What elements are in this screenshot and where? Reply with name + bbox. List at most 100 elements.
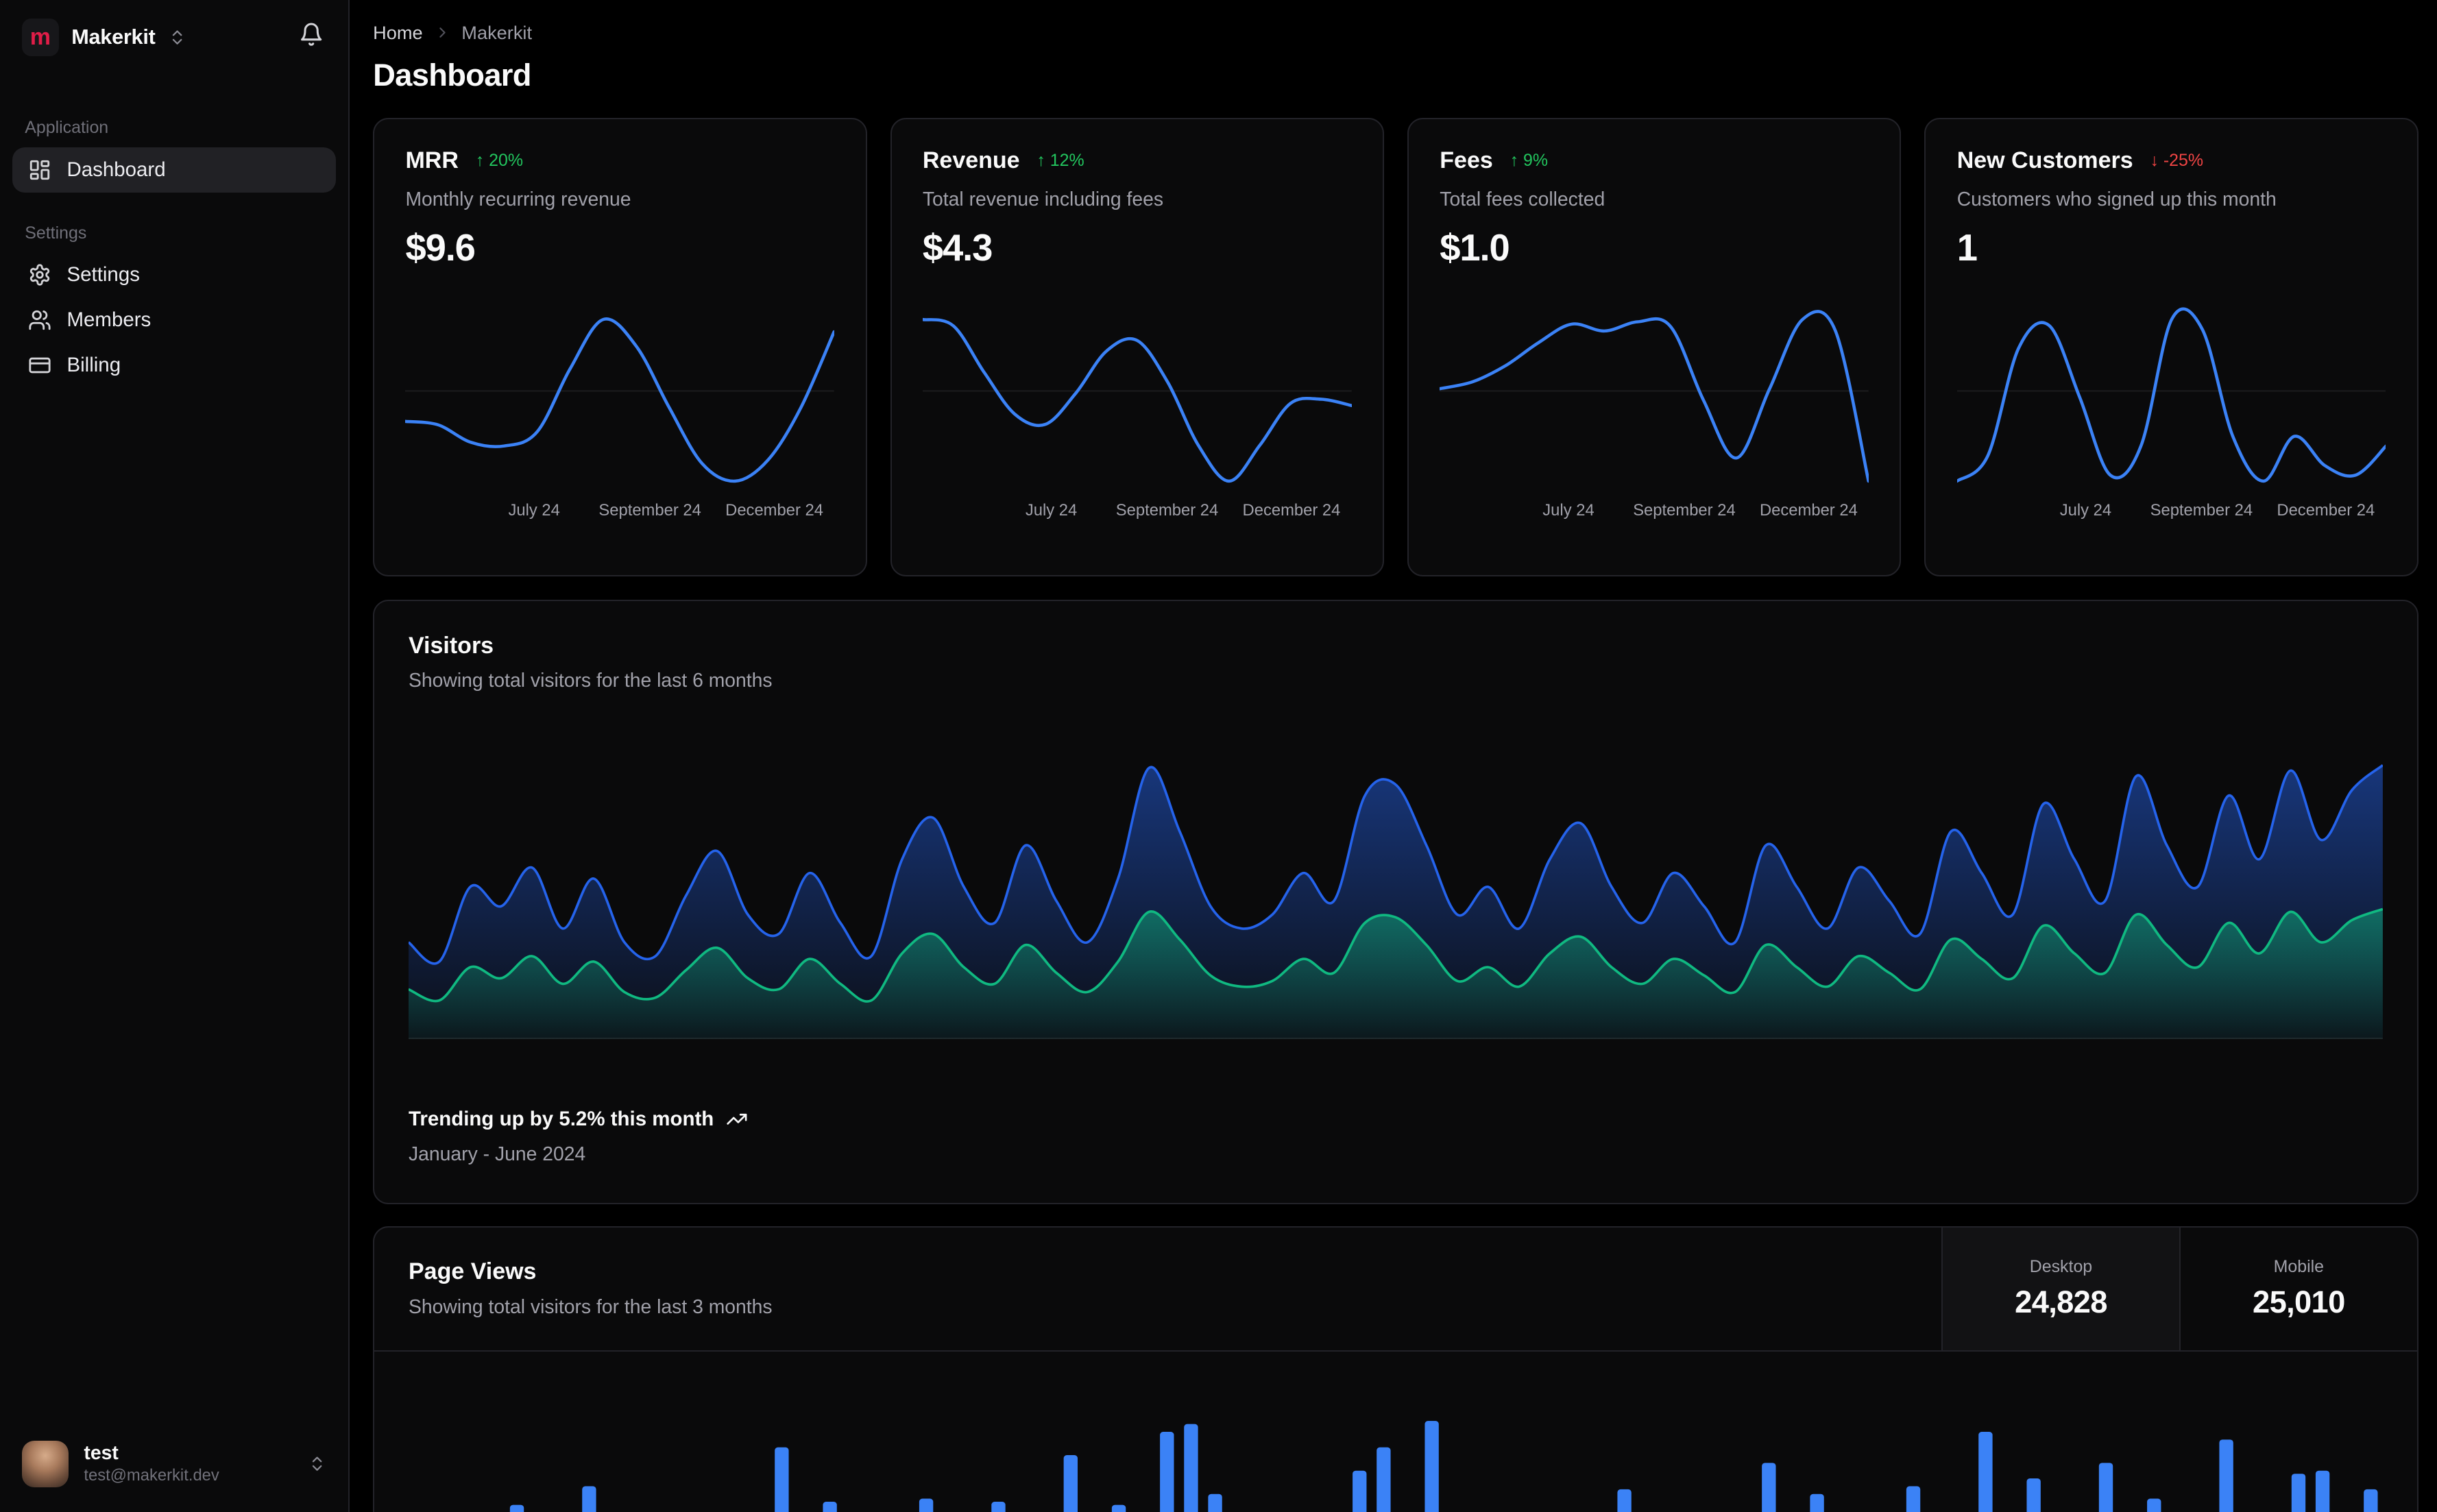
stat-subtitle: Total fees collected	[1440, 188, 1605, 210]
sidebar-item-dashboard[interactable]: Dashboard	[12, 147, 336, 193]
toggle-desktop-label: Desktop	[2029, 1257, 2093, 1277]
sidebar-header: m Makerkit	[12, 16, 336, 59]
arrow-down-icon: ↓	[2150, 151, 2159, 171]
x-tick: September 24	[1115, 501, 1219, 520]
dashboard-icon	[28, 158, 51, 182]
mrr-sparkline-chart	[405, 317, 835, 483]
app-root: m Makerkit Application Dashboard Setting…	[0, 0, 2437, 1512]
visitors-date-range: January - June 2024	[408, 1143, 586, 1165]
bell-icon	[299, 22, 324, 47]
stat-card-mrr: MRR ↑ 20% Monthly recurring revenue $9.6…	[373, 118, 867, 577]
gear-icon	[28, 263, 51, 286]
sidebar-item-label: Settings	[66, 263, 140, 286]
stat-title: New Customers	[1956, 147, 2133, 174]
stat-subtitle: Total revenue including fees	[922, 188, 1164, 210]
chevrons-up-down-icon	[168, 28, 186, 47]
x-tick: December 24	[1759, 501, 1858, 520]
stat-value: $1.0	[1440, 227, 1510, 269]
page-title: Dashboard	[373, 58, 531, 93]
x-tick: July 24	[2059, 501, 2112, 520]
x-tick: December 24	[725, 501, 823, 520]
credit-card-icon	[28, 354, 51, 377]
sidebar-item-billing[interactable]: Billing	[12, 343, 336, 388]
sidebar-item-members[interactable]: Members	[12, 297, 336, 343]
trend-value: -25%	[2163, 151, 2204, 171]
stat-subtitle: Monthly recurring revenue	[405, 188, 631, 210]
arrow-up-icon: ↑	[1510, 151, 1519, 171]
sidebar-section-settings: Settings	[25, 223, 87, 243]
chevrons-up-down-icon	[308, 1454, 326, 1473]
stat-title: Fees	[1440, 147, 1493, 174]
stat-card-fees: Fees ↑ 9% Total fees collected $1.0 July…	[1407, 118, 1902, 577]
stat-value: 1	[1956, 227, 1978, 269]
toggle-mobile-label: Mobile	[2273, 1257, 2325, 1277]
page-views-title: Page Views	[408, 1258, 537, 1285]
x-axis-labels: July 24 September 24 December 24	[405, 501, 834, 523]
stat-title: Revenue	[922, 147, 1020, 174]
trend-badge: ↑ 9%	[1510, 151, 1548, 171]
toggle-desktop-value: 24,828	[2015, 1284, 2107, 1320]
arrow-up-icon: ↑	[475, 151, 485, 171]
brand-logo: m	[21, 19, 60, 56]
stat-cards-row: MRR ↑ 20% Monthly recurring revenue $9.6…	[373, 118, 2418, 577]
x-tick: December 24	[2277, 501, 2375, 520]
stat-card-revenue: Revenue ↑ 12% Total revenue including fe…	[890, 118, 1384, 577]
sidebar-item-label: Dashboard	[66, 158, 166, 181]
x-tick: September 24	[2150, 501, 2253, 520]
x-tick: December 24	[1242, 501, 1341, 520]
sidebar-item-settings[interactable]: Settings	[12, 253, 336, 298]
sidebar: m Makerkit Application Dashboard Setting…	[0, 0, 350, 1512]
user-avatar	[21, 1440, 69, 1487]
breadcrumb-home-link[interactable]: Home	[373, 22, 423, 44]
toggle-mobile-value: 25,010	[2253, 1284, 2345, 1320]
user-menu[interactable]: test test@makerkit.dev	[12, 1435, 336, 1493]
trending-up-icon	[726, 1108, 748, 1130]
page-views-header: Page Views Showing total visitors for th…	[374, 1227, 2417, 1352]
visitors-subtitle: Showing total visitors for the last 6 mo…	[408, 670, 773, 692]
sidebar-item-label: Billing	[66, 353, 121, 376]
breadcrumb-current: Makerkit	[461, 21, 533, 43]
brand-logo-letter: m	[29, 24, 51, 51]
user-email: test@makerkit.dev	[84, 1466, 219, 1485]
brand-name: Makerkit	[71, 25, 156, 49]
x-tick: July 24	[1025, 501, 1078, 520]
stat-value: $4.3	[922, 227, 993, 269]
breadcrumb: Home Makerkit	[373, 22, 2418, 44]
fees-sparkline-chart	[1440, 309, 1869, 483]
toggle-desktop[interactable]: Desktop 24,828	[1941, 1227, 2179, 1350]
chevron-right-icon	[434, 24, 451, 41]
x-tick: September 24	[598, 501, 701, 520]
visitors-card: Visitors Showing total visitors for the …	[373, 600, 2418, 1205]
arrow-up-icon: ↑	[1036, 151, 1045, 171]
sidebar-section-application: Application	[25, 118, 109, 138]
x-tick: July 24	[1542, 501, 1595, 520]
x-tick: September 24	[1633, 501, 1736, 520]
trend-value: 12%	[1050, 151, 1084, 171]
x-tick: July 24	[508, 501, 560, 520]
page-views-card: Page Views Showing total visitors for th…	[373, 1226, 2418, 1512]
stat-value: $9.6	[405, 227, 475, 269]
stat-title: MRR	[405, 147, 459, 174]
stat-card-new-customers: New Customers ↓ -25% Customers who signe…	[1924, 118, 2418, 577]
workspace-selector[interactable]: m Makerkit	[21, 19, 186, 56]
page-views-bar-chart	[509, 1421, 2378, 1512]
visitors-area-chart	[408, 764, 2383, 1039]
trend-badge: ↓ -25%	[2150, 151, 2203, 171]
stat-subtitle: Customers who signed up this month	[1956, 188, 2277, 210]
notifications-button[interactable]	[295, 19, 326, 56]
visitors-trend-text: Trending up by 5.2% this month	[408, 1107, 714, 1130]
trend-value: 9%	[1523, 151, 1549, 171]
page-views-subtitle: Showing total visitors for the last 3 mo…	[408, 1296, 773, 1319]
user-name: test	[84, 1441, 119, 1464]
sidebar-item-label: Members	[66, 308, 151, 332]
toggle-mobile[interactable]: Mobile 25,010	[2179, 1227, 2417, 1350]
trend-badge: ↑ 20%	[476, 151, 523, 171]
main-content: Home Makerkit Dashboard MRR ↑ 20% Monthl…	[350, 0, 2437, 1512]
x-axis-labels: July 24 September 24 December 24	[1440, 501, 1869, 523]
x-axis-labels: July 24 September 24 December 24	[923, 501, 1352, 523]
visitors-title: Visitors	[408, 632, 494, 659]
revenue-sparkline-chart	[922, 317, 1352, 483]
customers-sparkline-chart	[1956, 307, 2386, 483]
trend-value: 20%	[489, 151, 523, 171]
visitors-footer: Trending up by 5.2% this month January -…	[409, 1108, 2383, 1166]
